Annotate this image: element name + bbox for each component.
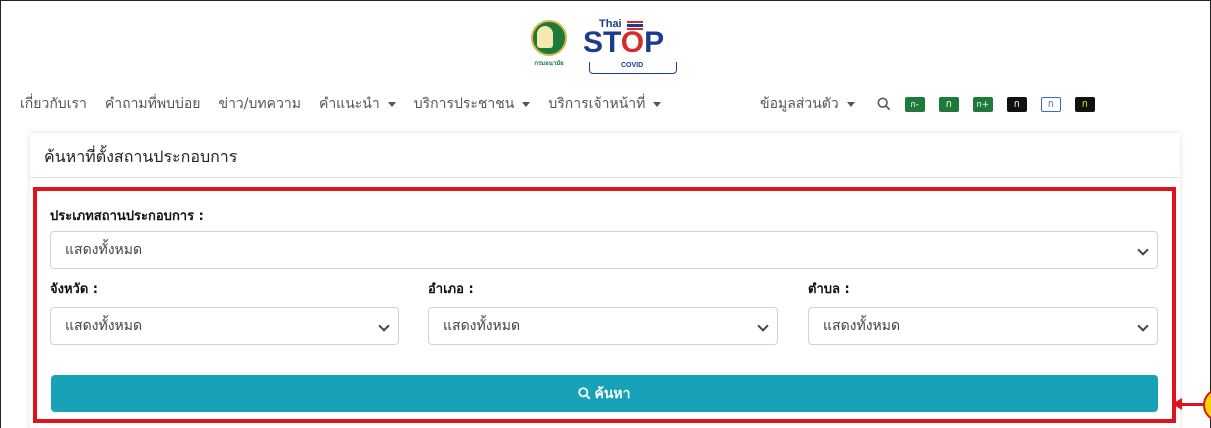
caret-down-icon [522, 101, 531, 107]
font-increase-icon[interactable]: ก+ [972, 96, 993, 112]
divider [30, 177, 1180, 178]
main-nav: เกี่ยวกับเรา คำถามที่พบบ่อย ข่าว/บทความ … [20, 93, 679, 115]
site-logo[interactable]: กรมอนามัย Thai STOP COVID [527, 18, 677, 76]
search-icon[interactable] [877, 97, 891, 111]
contrast-yellow-icon[interactable]: ก [1074, 96, 1095, 112]
caret-down-icon [387, 101, 396, 107]
font-normal-icon[interactable]: ก [938, 96, 959, 112]
nav-item-about[interactable]: เกี่ยวกับเรา [20, 93, 87, 115]
nav-item-staff-services[interactable]: บริการเจ้าหน้าที่ [548, 93, 662, 115]
nav-item-public-services[interactable]: บริการประชาชน [414, 93, 531, 115]
ministry-seal-logo: กรมอนามัย [527, 20, 571, 76]
font-decrease-icon[interactable]: ก- [904, 96, 925, 112]
logo-covid-text: COVID [621, 62, 644, 69]
logo-stop-text: STOP [583, 26, 665, 59]
contrast-black-icon[interactable]: ก [1006, 96, 1027, 112]
caret-down-icon [653, 101, 662, 107]
arrow-left-icon [1172, 398, 1182, 410]
page-title: ค้นหาที่ตั้งสถานประกอบการ [44, 147, 238, 166]
annotation-arrow [1180, 403, 1204, 406]
caret-down-icon [846, 101, 855, 107]
contrast-white-icon[interactable]: ก [1040, 96, 1061, 112]
seal-text: กรมอนามัย [534, 60, 564, 67]
nav-item-faq[interactable]: คำถามที่พบบ่อย [105, 93, 201, 115]
nav-item-news[interactable]: ข่าว/บทความ [219, 93, 301, 115]
nav-item-profile[interactable]: ข้อมูลส่วนตัว [760, 93, 855, 115]
nav-right: ข้อมูลส่วนตัว ก- ก ก+ ก ก ก [760, 93, 1109, 115]
nav-item-advice[interactable]: คำแนะนำ [319, 93, 396, 115]
highlight-box [33, 187, 1176, 423]
